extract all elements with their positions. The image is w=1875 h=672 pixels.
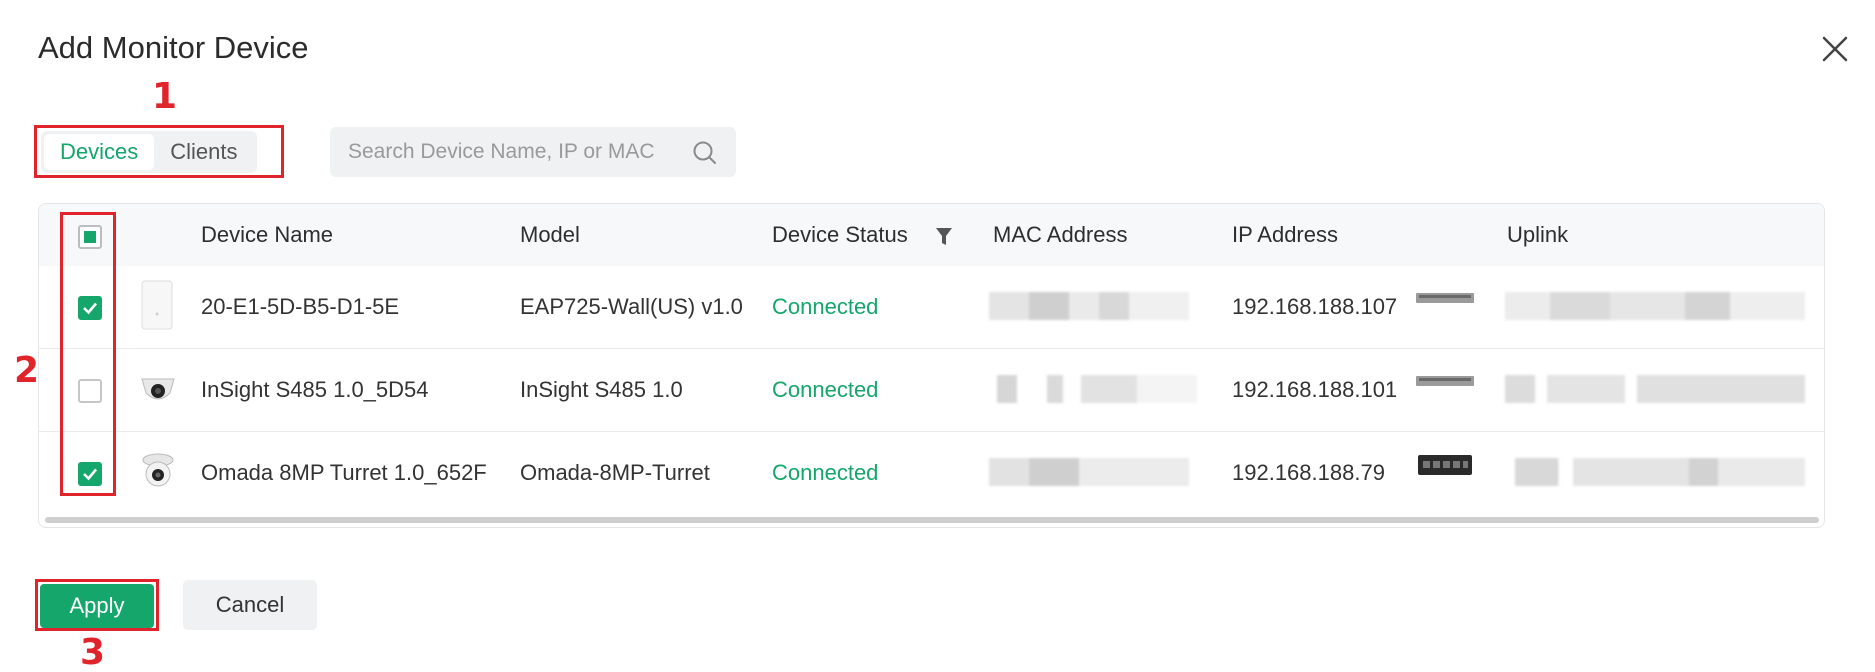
table-row[interactable]: Omada 8MP Turret 1.0_652F Omada-8MP-Turr… [39, 432, 1824, 515]
cancel-button[interactable]: Cancel [183, 580, 317, 630]
horizontal-scrollbar[interactable] [45, 517, 1819, 523]
mac-address-redacted [989, 458, 1189, 486]
close-icon[interactable] [1816, 30, 1854, 68]
column-header-model: Model [520, 222, 580, 247]
device-model: Omada-8MP-Turret [520, 460, 710, 485]
status-badge: Connected [772, 377, 879, 402]
ap-wall-icon [141, 280, 173, 330]
device-name: InSight S485 1.0_5D54 [201, 377, 429, 402]
annotation-box-checkboxes [60, 212, 116, 496]
column-header-uplink: Uplink [1507, 222, 1569, 247]
ip-address: 192.168.188.79 [1232, 460, 1385, 485]
annotation-number-2: 2 [14, 350, 40, 391]
device-table: Device Name Model Device Status MAC Addr… [38, 203, 1825, 528]
add-monitor-device-dialog: Add Monitor Device 1 Devices Clients 2 D… [0, 0, 1875, 672]
tab-clients[interactable]: Clients [154, 134, 253, 170]
ip-address: 192.168.188.107 [1232, 294, 1398, 319]
dialog-title: Add Monitor Device [38, 30, 309, 65]
device-model: InSight S485 1.0 [520, 377, 683, 402]
switch-icon [1415, 288, 1475, 308]
uplink-redacted [1515, 458, 1805, 486]
dome-camera-icon [139, 369, 177, 405]
device-name: Omada 8MP Turret 1.0_652F [201, 460, 487, 485]
table-row[interactable]: InSight S485 1.0_5D54 InSight S485 1.0 C… [39, 349, 1824, 432]
status-badge: Connected [772, 294, 879, 319]
switch-icon [1415, 371, 1475, 391]
column-header-device-name: Device Name [201, 222, 334, 247]
search-icon[interactable] [692, 140, 718, 166]
search-input[interactable] [348, 127, 678, 177]
tab-devices[interactable]: Devices [44, 134, 155, 170]
table-header: Device Name Model Device Status MAC Addr… [39, 204, 1824, 266]
device-model: EAP725-Wall(US) v1.0 [520, 294, 743, 319]
device-name: 20-E1-5D-B5-D1-5E [201, 294, 400, 319]
mac-address-redacted [989, 292, 1189, 320]
column-header-device-status: Device Status [772, 222, 908, 247]
switch-black-icon [1417, 452, 1473, 478]
status-badge: Connected [772, 460, 879, 485]
apply-button[interactable]: Apply [40, 584, 154, 628]
ip-address: 192.168.188.101 [1232, 377, 1398, 402]
column-header-ip-address: IP Address [1232, 222, 1338, 247]
device-type-tabs: Devices Clients [41, 131, 257, 173]
table-row[interactable]: 20-E1-5D-B5-D1-5E EAP725-Wall(US) v1.0 C… [39, 266, 1824, 349]
column-header-mac-address: MAC Address [993, 222, 1128, 247]
filter-icon[interactable] [935, 226, 953, 248]
uplink-redacted [1505, 292, 1805, 320]
turret-camera-icon [139, 450, 177, 490]
annotation-number-1: 1 [152, 76, 178, 117]
mac-address-redacted [997, 375, 1197, 403]
search-box [330, 127, 736, 177]
annotation-number-3: 3 [80, 632, 106, 672]
uplink-redacted [1505, 375, 1805, 403]
